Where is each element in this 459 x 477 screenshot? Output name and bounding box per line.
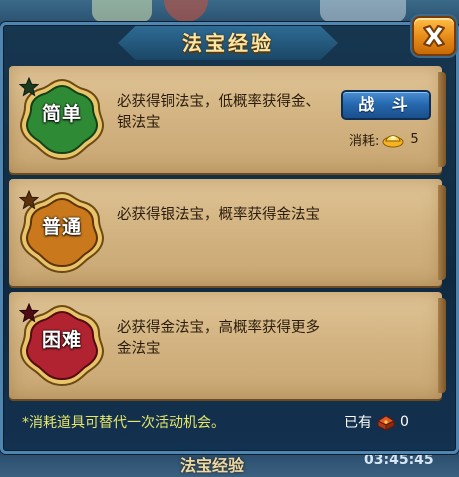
level-description: 必获得金法宝，高概率获得更多金法宝 bbox=[117, 320, 320, 357]
owned-value: 0 bbox=[400, 414, 409, 430]
background-decoration bbox=[320, 0, 406, 22]
treasure-chest-icon bbox=[376, 415, 396, 431]
level-card-normal: 普通 必获得银法宝，概率获得金法宝 bbox=[9, 179, 446, 286]
level-card-easy: 简单 必获得铜法宝，低概率获得金、银法宝 战 斗 消耗: 5 bbox=[9, 66, 446, 173]
background-title: 法宝经验 bbox=[180, 456, 245, 475]
background-timer: 03:45:45 bbox=[364, 452, 434, 468]
close-icon bbox=[423, 25, 445, 47]
level-description: 必获得铜法宝，低概率获得金、银法宝 bbox=[117, 94, 320, 131]
difficulty-badge-hard[interactable]: 困难 bbox=[19, 303, 105, 389]
badge-label: 普通 bbox=[41, 216, 82, 238]
owned-label: 已有 bbox=[344, 415, 372, 431]
owned-display: 已有 0 bbox=[344, 412, 409, 432]
cost-label: 消耗: bbox=[349, 133, 380, 149]
level-description: 必获得银法宝，概率获得金法宝 bbox=[117, 207, 320, 223]
fight-button[interactable]: 战 斗 bbox=[341, 90, 431, 120]
star-icon bbox=[19, 190, 39, 210]
close-button[interactable] bbox=[412, 16, 456, 56]
star-icon bbox=[19, 303, 39, 323]
gold-ingot-icon bbox=[382, 135, 404, 148]
cost-display: 消耗: 5 bbox=[349, 128, 419, 150]
level-card-hard: 困难 必获得金法宝，高概率获得更多金法宝 bbox=[9, 292, 446, 399]
star-icon bbox=[19, 77, 39, 97]
footer-note: *消耗道具可替代一次活动机会。 bbox=[22, 415, 225, 431]
dialog-title: 法宝经验 bbox=[182, 31, 274, 55]
difficulty-badge-easy[interactable]: 简单 bbox=[19, 77, 105, 163]
background-decoration bbox=[92, 0, 152, 22]
difficulty-badge-normal[interactable]: 普通 bbox=[19, 190, 105, 276]
badge-label: 简单 bbox=[41, 103, 82, 125]
badge-label: 困难 bbox=[41, 329, 82, 351]
cost-value: 5 bbox=[410, 131, 419, 147]
